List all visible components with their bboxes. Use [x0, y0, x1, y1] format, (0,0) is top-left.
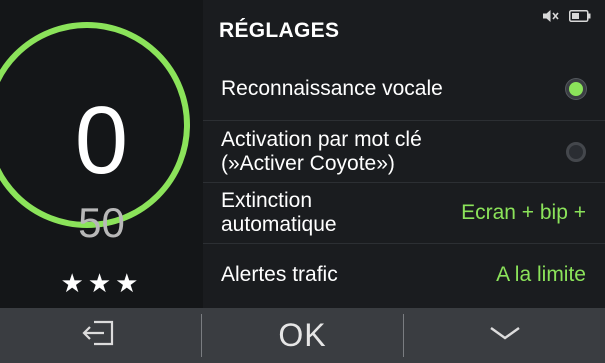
ok-button[interactable]: OK [202, 308, 403, 363]
traffic-alerts-value: A la limite [496, 262, 586, 286]
current-speed: 0 [74, 87, 129, 194]
keyword-activation-radio[interactable] [566, 141, 586, 162]
down-button[interactable] [404, 308, 605, 363]
exit-icon [81, 318, 120, 353]
battery-icon [569, 9, 591, 27]
setting-traffic-alerts[interactable]: Alertes trafic A la limite [203, 243, 605, 305]
auto-shutdown-value: Ecran + bip + [461, 201, 586, 224]
sound-muted-icon [542, 8, 560, 29]
chevron-down-icon [488, 323, 522, 348]
setting-label: Reconnaissance vocale [221, 77, 443, 100]
bottom-bar: OK [0, 308, 605, 363]
back-button[interactable] [0, 308, 201, 363]
setting-label: Activation par mot clé (»Activer Coyote»… [221, 128, 422, 176]
rating-stars-icon: ★★★ [60, 268, 143, 298]
setting-voice-recognition[interactable]: Reconnaissance vocale [203, 58, 605, 120]
speed-limit: 50 [78, 199, 125, 246]
setting-label: Extinction automatique [221, 189, 337, 237]
voice-recognition-radio[interactable] [566, 79, 586, 99]
ok-label: OK [278, 317, 327, 353]
screen: 0 50 ★★★ RÉGLAGES Reconnaissance vocale … [0, 0, 605, 363]
setting-label-line2: (»Activer Coyote») [221, 151, 395, 175]
settings-title: RÉGLAGES [219, 19, 340, 42]
setting-label-line2: automatique [221, 213, 337, 236]
status-icons [542, 8, 591, 28]
settings-list: Reconnaissance vocale Activation par mot… [203, 58, 605, 305]
setting-label: Alertes trafic [221, 262, 338, 286]
setting-keyword-activation[interactable]: Activation par mot clé (»Activer Coyote»… [203, 120, 605, 182]
setting-label-line1: Activation par mot clé [221, 127, 422, 151]
speed-panel: 0 50 ★★★ [0, 0, 203, 308]
setting-auto-shutdown[interactable]: Extinction automatique Ecran + bip + [203, 182, 605, 243]
settings-panel: RÉGLAGES Reconnaissance vocale Activatio… [203, 0, 605, 308]
setting-label-line1: Extinction [221, 189, 313, 212]
